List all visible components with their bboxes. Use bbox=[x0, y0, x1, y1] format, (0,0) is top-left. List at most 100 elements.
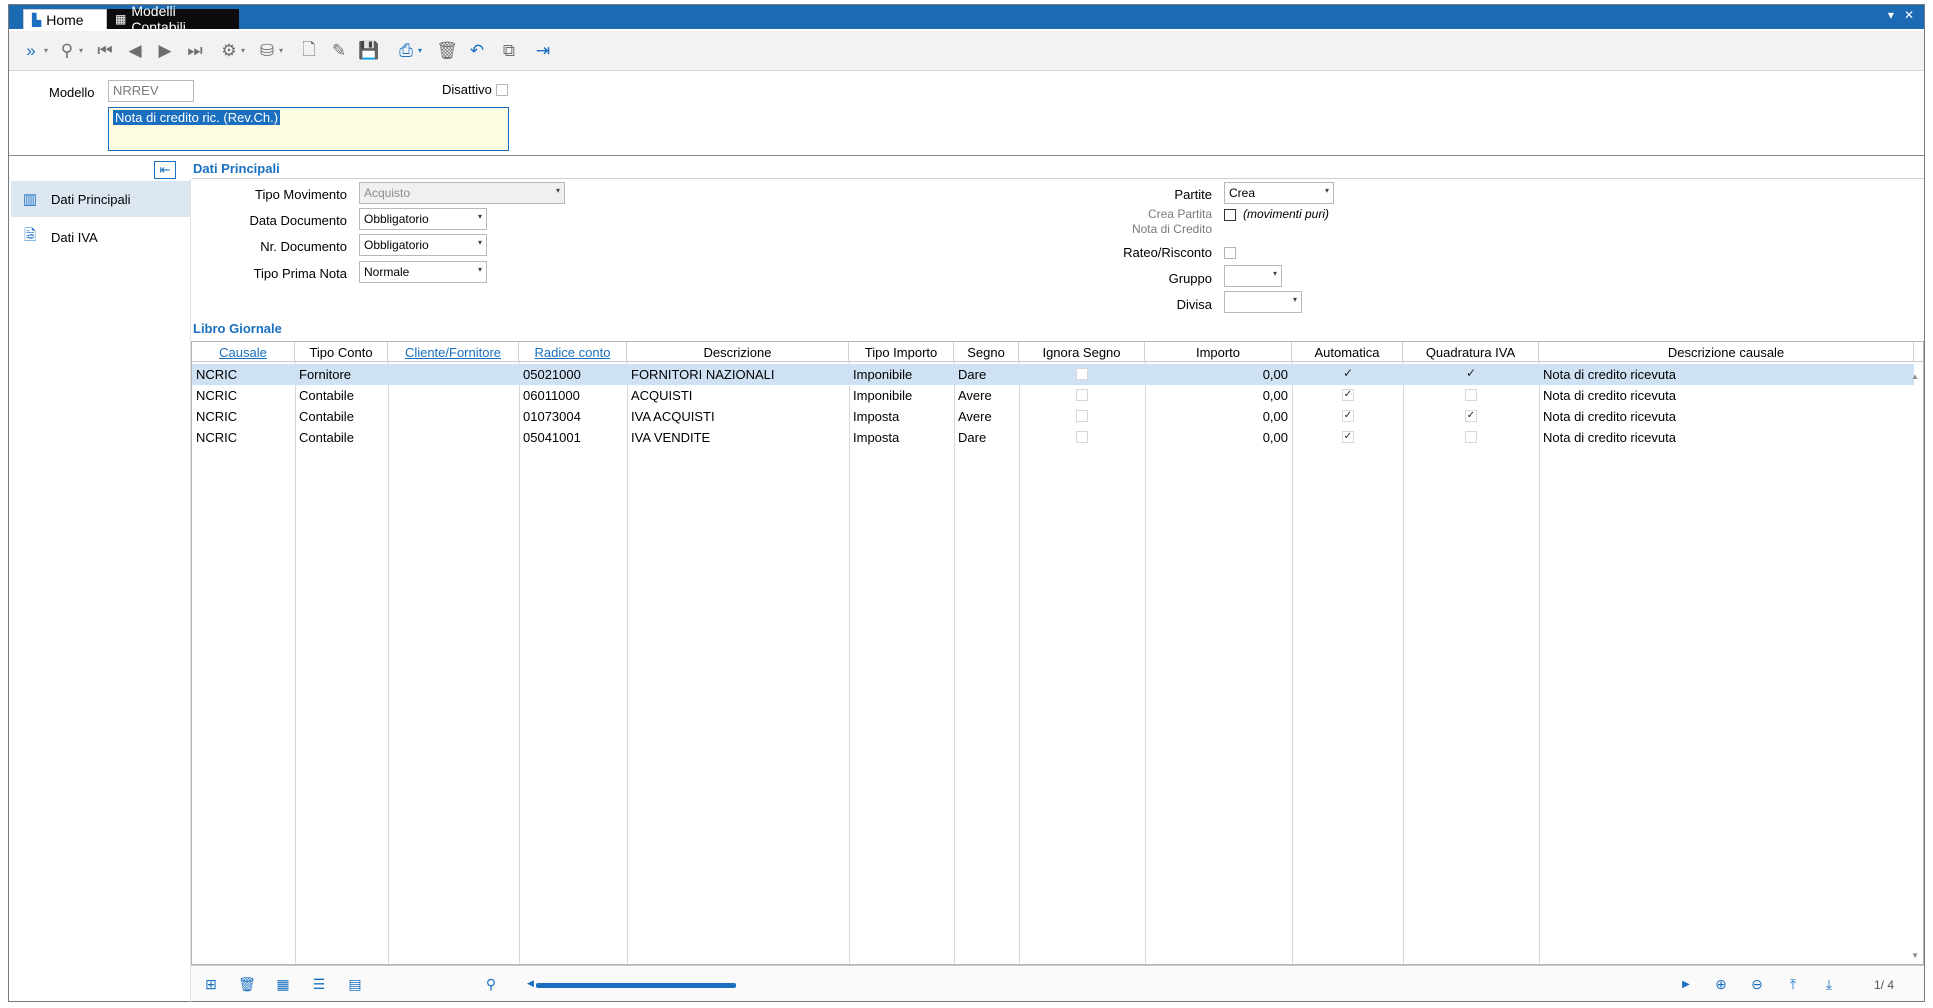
copy-icon[interactable]: ⧉ bbox=[497, 39, 521, 63]
last-record-icon[interactable]: ⏭ bbox=[183, 39, 207, 63]
first-record-icon[interactable]: ⏮ bbox=[93, 39, 117, 63]
col-header-tipo-importo[interactable]: Tipo Importo bbox=[849, 342, 954, 362]
tipo-prima-nota-select[interactable]: Normale ▾ bbox=[359, 261, 487, 283]
tab-modelli-contabili[interactable]: ▦ Modelli Contabili bbox=[107, 3, 239, 35]
record-header: Modello NRREV Disattivo Nota di credito … bbox=[9, 72, 1924, 155]
save-icon[interactable]: 💾 bbox=[357, 39, 381, 63]
search-icon[interactable]: ⚲ bbox=[481, 974, 501, 994]
modello-field[interactable]: NRREV bbox=[108, 80, 194, 102]
scroll-up-icon[interactable]: ▲ bbox=[1911, 372, 1919, 381]
col-header-automatica[interactable]: Automatica bbox=[1292, 342, 1403, 362]
ignora-segno-checkbox[interactable] bbox=[1076, 389, 1088, 401]
col-header-ignora-segno[interactable]: Ignora Segno bbox=[1019, 342, 1145, 362]
edit-icon[interactable]: ✎ bbox=[327, 39, 351, 63]
close-icon[interactable]: ✕ bbox=[1904, 8, 1914, 22]
next-record-icon[interactable]: ▶ bbox=[153, 39, 177, 63]
partite-select[interactable]: Crea ▾ bbox=[1224, 182, 1334, 204]
chevron-down-icon[interactable]: ▾ bbox=[1888, 8, 1894, 22]
horizontal-scrollbar[interactable] bbox=[536, 983, 736, 988]
app-window: ▙ Home ▦ Modelli Contabili ▾ ✕ » ▾ ⚲ ▾ ⏮… bbox=[8, 3, 1925, 1002]
cell-segno: Avere bbox=[958, 409, 992, 424]
cell-radice-conto: 01073004 bbox=[523, 409, 581, 424]
ignora-segno-checkbox[interactable] bbox=[1076, 368, 1088, 380]
col-header-descrizione[interactable]: Descrizione bbox=[627, 342, 849, 362]
chevron-down-icon[interactable]: ▾ bbox=[241, 46, 245, 55]
collapse-panel-icon[interactable]: ⇤ bbox=[154, 161, 176, 179]
col-header-tipo-conto[interactable]: Tipo Conto bbox=[295, 342, 388, 362]
quadratura-iva-checkbox[interactable]: ✓ bbox=[1465, 410, 1477, 422]
search-icon[interactable]: ⚲ bbox=[55, 39, 79, 63]
automatica-checkbox[interactable]: ✓ bbox=[1342, 431, 1354, 443]
nav-item-dati-principali[interactable]: ▥ Dati Principali bbox=[11, 181, 190, 217]
descrizione-field[interactable]: Nota di credito ric. (Rev.Ch.) bbox=[108, 107, 509, 151]
tab-home-label: Home bbox=[46, 11, 84, 28]
table-row[interactable]: NCRIC Contabile 01073004 IVA ACQUISTI Im… bbox=[192, 406, 1914, 427]
automatica-checkbox[interactable]: ✓ bbox=[1342, 410, 1354, 422]
col-header-quadratura-iva[interactable]: Quadratura IVA bbox=[1403, 342, 1539, 362]
nr-documento-select[interactable]: Obbligatorio ▾ bbox=[359, 234, 487, 256]
scroll-down-icon[interactable]: ▼ bbox=[1911, 951, 1919, 960]
tab-home[interactable]: ▙ Home bbox=[23, 9, 107, 29]
gruppo-select[interactable]: ▾ bbox=[1224, 265, 1282, 287]
tipo-movimento-select[interactable]: Acquisto ▾ bbox=[359, 182, 565, 204]
data-documento-value: Obbligatorio bbox=[364, 212, 429, 226]
col-header-causale[interactable]: Causale bbox=[192, 342, 295, 362]
col-header-radice-conto[interactable]: Radice conto bbox=[519, 342, 627, 362]
ignora-segno-checkbox[interactable] bbox=[1076, 431, 1088, 443]
crea-partita-checkbox[interactable] bbox=[1224, 209, 1236, 221]
zoom-in-icon[interactable]: ⊕ bbox=[1711, 974, 1731, 994]
previous-record-icon[interactable]: ◀ bbox=[123, 39, 147, 63]
chevron-down-icon[interactable]: ▾ bbox=[418, 46, 422, 55]
print-icon[interactable]: ⎙ bbox=[394, 39, 418, 63]
toolbar: » ▾ ⚲ ▾ ⏮ ◀ ▶ ⏭ ⚙ ▾ ⛁ ▾ 🗋 ✎ 💾 ⎙ ▾ 🗑 ↶ ⧉ … bbox=[9, 31, 1924, 71]
scroll-left-icon[interactable]: ◀ bbox=[527, 978, 534, 989]
cell-importo: 0,00 bbox=[1262, 388, 1288, 403]
detail-view-icon[interactable]: ▤ bbox=[345, 974, 365, 994]
cell-causale: NCRIC bbox=[196, 430, 238, 445]
scroll-right-icon[interactable]: ▶ bbox=[1676, 974, 1696, 994]
descrizione-text: Nota di credito ric. (Rev.Ch.) bbox=[113, 110, 281, 125]
left-nav: ▥ Dati Principali 🗟 Dati IVA bbox=[9, 179, 190, 999]
divisa-select[interactable]: ▾ bbox=[1224, 291, 1302, 313]
col-divider bbox=[388, 362, 389, 964]
nota-di-credito-label: Nota di Credito bbox=[1131, 222, 1212, 236]
chevron-down-icon[interactable]: ▾ bbox=[279, 46, 283, 55]
ignora-segno-checkbox[interactable] bbox=[1076, 410, 1088, 422]
database-icon[interactable]: ⛁ bbox=[255, 39, 279, 63]
col-header-importo[interactable]: Importo bbox=[1145, 342, 1292, 362]
delete-row-icon[interactable]: 🗑 bbox=[237, 974, 257, 994]
zoom-out-icon[interactable]: ⊖ bbox=[1747, 974, 1767, 994]
undo-icon[interactable]: ↶ bbox=[465, 39, 489, 63]
new-document-icon[interactable]: 🗋 bbox=[297, 39, 321, 63]
move-bottom-icon[interactable]: ⤓ bbox=[1819, 974, 1839, 994]
col-header-segno[interactable]: Segno bbox=[954, 342, 1019, 362]
table-row[interactable]: NCRIC Fornitore 05021000 FORNITORI NAZIO… bbox=[192, 364, 1914, 385]
table-row[interactable]: NCRIC Contabile 05041001 IVA VENDITE Imp… bbox=[192, 427, 1914, 448]
expand-icon[interactable]: » bbox=[19, 39, 43, 63]
list-view-icon[interactable]: ☰ bbox=[309, 974, 329, 994]
chevron-down-icon[interactable]: ▾ bbox=[79, 46, 83, 55]
col-divider bbox=[1292, 362, 1293, 964]
quadratura-iva-checkbox[interactable]: ✓ bbox=[1465, 367, 1477, 380]
add-row-icon[interactable]: ⊞ bbox=[201, 974, 221, 994]
chevron-down-icon: ▾ bbox=[1272, 269, 1277, 278]
quadratura-iva-checkbox[interactable] bbox=[1465, 431, 1477, 443]
delete-icon[interactable]: 🗑 bbox=[435, 39, 459, 63]
chevron-down-icon: ▾ bbox=[1292, 295, 1297, 304]
quadratura-iva-checkbox[interactable] bbox=[1465, 389, 1477, 401]
cell-tipo-conto: Fornitore bbox=[299, 367, 352, 382]
data-documento-select[interactable]: Obbligatorio ▾ bbox=[359, 208, 487, 230]
settings-icon[interactable]: ⚙ bbox=[217, 39, 241, 63]
automatica-checkbox[interactable]: ✓ bbox=[1342, 367, 1354, 380]
chevron-down-icon[interactable]: ▾ bbox=[44, 46, 48, 55]
exit-icon[interactable]: ⇥ bbox=[531, 39, 555, 63]
col-header-cliente-fornitore[interactable]: Cliente/Fornitore bbox=[388, 342, 519, 362]
col-header-descrizione-causale[interactable]: Descrizione causale bbox=[1539, 342, 1914, 362]
disattivo-checkbox[interactable] bbox=[496, 84, 508, 96]
table-row[interactable]: NCRIC Contabile 06011000 ACQUISTI Imponi… bbox=[192, 385, 1914, 406]
automatica-checkbox[interactable]: ✓ bbox=[1342, 389, 1354, 401]
move-top-icon[interactable]: ⤒ bbox=[1783, 974, 1803, 994]
nav-item-dati-iva[interactable]: 🗟 Dati IVA bbox=[11, 219, 190, 255]
rateo-risconto-checkbox[interactable] bbox=[1224, 247, 1236, 259]
table-view-icon[interactable]: ▦ bbox=[273, 974, 293, 994]
